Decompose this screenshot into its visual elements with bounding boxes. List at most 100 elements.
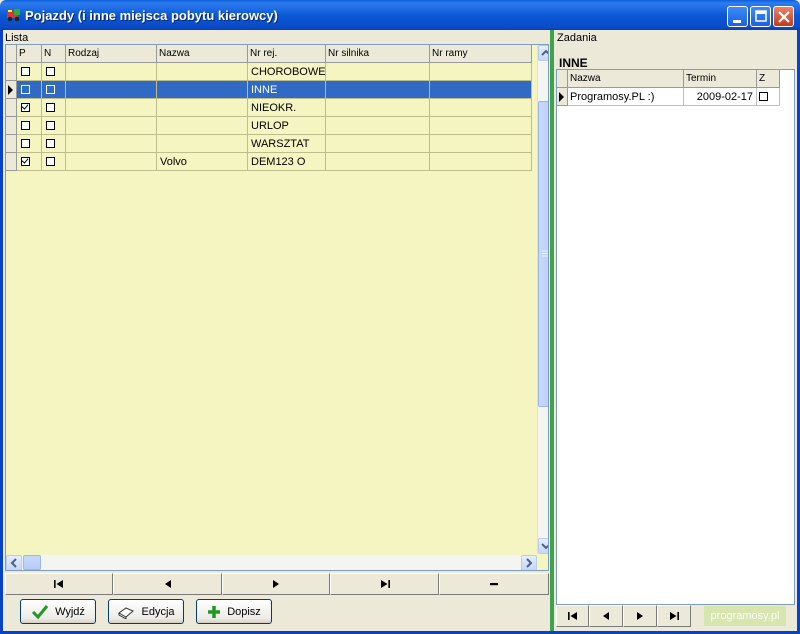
vertical-scrollbar[interactable]: [537, 45, 548, 554]
task-row[interactable]: Programosy.PL :) 2009-02-17: [557, 88, 780, 106]
p-checkbox[interactable]: [21, 157, 30, 166]
header-task-nazwa[interactable]: Nazwa: [568, 70, 684, 88]
cell-rodzaj[interactable]: [66, 99, 157, 117]
header-p[interactable]: P: [17, 45, 42, 63]
exit-button[interactable]: Wyjdź: [20, 599, 96, 624]
header-nr-silnika[interactable]: Nr silnika: [326, 45, 430, 63]
cell-n[interactable]: [42, 117, 66, 135]
scroll-up-button[interactable]: [538, 45, 548, 61]
n-checkbox[interactable]: [46, 85, 55, 94]
p-checkbox[interactable]: [21, 67, 30, 76]
cell-nr-ramy[interactable]: [430, 63, 532, 81]
p-checkbox[interactable]: [21, 139, 30, 148]
cell-p[interactable]: [17, 135, 42, 153]
vertical-scroll-thumb[interactable]: [538, 101, 548, 407]
task-nazwa[interactable]: Programosy.PL :): [568, 88, 684, 106]
maximize-button[interactable]: [750, 6, 771, 27]
scroll-right-button[interactable]: [521, 555, 537, 570]
cell-nr-ramy[interactable]: [430, 117, 532, 135]
cell-p[interactable]: [17, 63, 42, 81]
n-checkbox[interactable]: [46, 67, 55, 76]
table-row[interactable]: Volvo DEM123 O: [6, 153, 532, 171]
cell-n[interactable]: [42, 81, 66, 99]
task-termin[interactable]: 2009-02-17: [684, 88, 757, 106]
n-checkbox[interactable]: [46, 139, 55, 148]
header-nazwa[interactable]: Nazwa: [157, 45, 248, 63]
scroll-left-button[interactable]: [6, 555, 22, 570]
tasks-first-button[interactable]: [556, 605, 589, 627]
cell-rodzaj[interactable]: [66, 63, 157, 81]
cell-nr-silnika[interactable]: [326, 153, 430, 171]
next-record-button[interactable]: [222, 573, 330, 595]
cell-nr-rej[interactable]: DEM123 O: [248, 153, 326, 171]
last-record-button[interactable]: [330, 573, 439, 595]
header-rodzaj[interactable]: Rodzaj: [66, 45, 157, 63]
tasks-grid[interactable]: Nazwa Termin Z Programosy.PL :) 2009-02-…: [556, 69, 795, 605]
cell-n[interactable]: [42, 135, 66, 153]
p-checkbox[interactable]: [21, 85, 30, 94]
tasks-next-button[interactable]: [623, 605, 657, 627]
tasks-prior-button[interactable]: [589, 605, 623, 627]
header-n[interactable]: N: [42, 45, 66, 63]
table-row[interactable]: URLOP: [6, 117, 532, 135]
cell-nazwa[interactable]: Volvo: [157, 153, 248, 171]
horizontal-scroll-thumb[interactable]: [23, 555, 41, 570]
p-checkbox[interactable]: [21, 121, 30, 130]
header-z[interactable]: Z: [757, 70, 780, 88]
title-bar[interactable]: Pojazdy (i inne miejsca pobytu kierowcy): [0, 0, 800, 30]
cell-p[interactable]: [17, 153, 42, 171]
tasks-last-button[interactable]: [657, 605, 691, 627]
cell-nr-silnika[interactable]: [326, 81, 430, 99]
cell-n[interactable]: [42, 63, 66, 81]
cell-rodzaj[interactable]: [66, 153, 157, 171]
cell-nr-ramy[interactable]: [430, 99, 532, 117]
cell-nr-ramy[interactable]: [430, 153, 532, 171]
cell-nazwa[interactable]: [157, 135, 248, 153]
cell-nr-rej[interactable]: INNE: [248, 81, 326, 99]
vehicles-grid[interactable]: P N Rodzaj Nazwa Nr rej. Nr silnika Nr r…: [5, 44, 549, 571]
cell-nazwa[interactable]: [157, 117, 248, 135]
cell-nr-rej[interactable]: CHOROBOWE: [248, 63, 326, 81]
cell-p[interactable]: [17, 117, 42, 135]
cell-nr-rej[interactable]: WARSZTAT: [248, 135, 326, 153]
edit-button[interactable]: Edycja: [108, 599, 184, 624]
table-row[interactable]: NIEOKR.: [6, 99, 532, 117]
n-checkbox[interactable]: [46, 103, 55, 112]
cell-nazwa[interactable]: [157, 63, 248, 81]
task-z-cell[interactable]: [757, 88, 780, 106]
cell-n[interactable]: [42, 153, 66, 171]
cell-nr-rej[interactable]: NIEOKR.: [248, 99, 326, 117]
table-row[interactable]: INNE: [6, 81, 532, 99]
p-checkbox[interactable]: [21, 103, 30, 112]
close-button[interactable]: [773, 6, 794, 27]
cell-nazwa[interactable]: [157, 81, 248, 99]
cell-rodzaj[interactable]: [66, 135, 157, 153]
prior-record-button[interactable]: [113, 573, 222, 595]
delete-record-button[interactable]: [439, 573, 549, 595]
n-checkbox[interactable]: [46, 121, 55, 130]
scroll-down-button[interactable]: [538, 538, 548, 554]
header-termin[interactable]: Termin: [684, 70, 757, 88]
panel-splitter[interactable]: [550, 30, 554, 631]
cell-nr-ramy[interactable]: [430, 81, 532, 99]
cell-nr-silnika[interactable]: [326, 63, 430, 81]
minimize-button[interactable]: [727, 6, 748, 27]
add-button[interactable]: Dopisz: [196, 599, 272, 624]
first-record-button[interactable]: [5, 573, 113, 595]
cell-p[interactable]: [17, 81, 42, 99]
cell-n[interactable]: [42, 99, 66, 117]
table-row[interactable]: WARSZTAT: [6, 135, 532, 153]
cell-rodzaj[interactable]: [66, 117, 157, 135]
cell-nr-ramy[interactable]: [430, 135, 532, 153]
cell-nr-silnika[interactable]: [326, 117, 430, 135]
table-row[interactable]: CHOROBOWE: [6, 63, 532, 81]
cell-nr-silnika[interactable]: [326, 99, 430, 117]
cell-nr-rej[interactable]: URLOP: [248, 117, 326, 135]
cell-rodzaj[interactable]: [66, 81, 157, 99]
cell-nazwa[interactable]: [157, 99, 248, 117]
task-z-checkbox[interactable]: [759, 92, 768, 101]
n-checkbox[interactable]: [46, 157, 55, 166]
cell-p[interactable]: [17, 99, 42, 117]
header-nr-rej[interactable]: Nr rej.: [248, 45, 326, 63]
cell-nr-silnika[interactable]: [326, 135, 430, 153]
